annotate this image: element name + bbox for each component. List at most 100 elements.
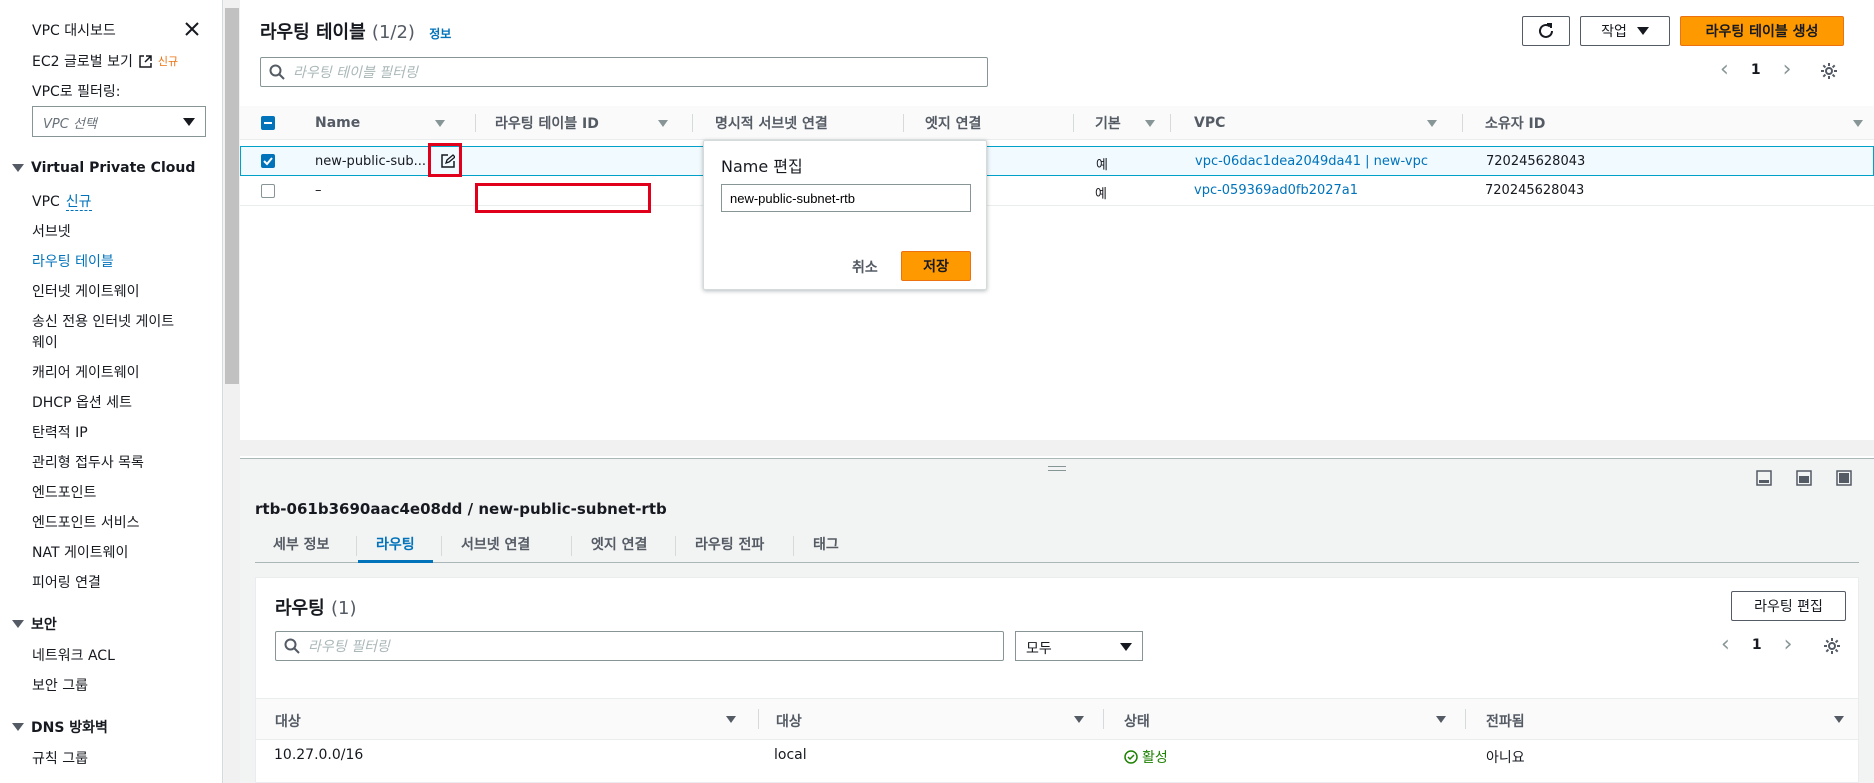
sidebar-section-vpc[interactable]: Virtual Private Cloud [12,160,195,176]
save-button[interactable]: 저장 [901,251,971,281]
sidebar-item-security-groups[interactable]: 보안 그룹 [32,675,88,695]
sort-icon[interactable] [1436,716,1446,723]
sidebar-item-subnets[interactable]: 서브넷 [32,221,71,241]
create-route-table-button[interactable]: 라우팅 테이블 생성 [1680,16,1844,46]
routes-filter-select[interactable]: 모두 [1015,631,1143,661]
table-header: Name 라우팅 테이블 ID 명시적 서브넷 연결 엣지 연결 기본 VPC … [240,106,1874,140]
row-owner: 720245628043 [1485,183,1585,198]
row-vpc-link[interactable]: vpc-06dac1dea2049da41 | new-vpc [1195,154,1428,169]
routes-pagination: ‹ 1 › [1721,634,1793,656]
routes-table-header: 대상 대상 상태 전파됨 [256,698,1858,740]
sidebar-item-elastic-ips[interactable]: 탄력적 IP [32,422,88,442]
sidebar-section-security[interactable]: 보안 [12,614,57,634]
sort-icon [435,120,445,127]
chevron-left-icon[interactable]: ‹ [1721,634,1730,656]
refresh-button[interactable] [1522,16,1570,46]
route-table-filter-input[interactable]: 라우팅 테이블 필터링 [260,57,988,87]
column-route-table-id[interactable]: 라우팅 테이블 ID [495,106,675,140]
tab-routes[interactable]: 라우팅 [358,530,433,563]
row-checkbox[interactable] [261,184,275,198]
sidebar-scrollbar[interactable] [224,0,240,783]
info-link[interactable]: 정보 [429,27,451,41]
sidebar-item-network-acl[interactable]: 네트워크 ACL [32,645,115,665]
column-edge-association[interactable]: 엣지 연결 [925,106,981,140]
row-owner: 720245628043 [1486,154,1586,169]
drag-handle-icon[interactable] [1048,466,1066,471]
sidebar-item-egress-only-gateways[interactable]: 송신 전용 인터넷 게이트 [32,311,174,331]
check-circle-icon [1124,750,1138,764]
column-target[interactable]: 대상 [776,711,802,731]
column-main[interactable]: 기본 [1095,106,1195,140]
sidebar-item-internet-gateways[interactable]: 인터넷 게이트웨이 [32,281,140,301]
row-name: – [315,183,322,198]
sidebar-item-rule-groups[interactable]: 규칙 그룹 [32,748,88,768]
sidebar-item-vpc[interactable]: VPC 신규 [32,191,92,211]
column-vpc[interactable]: VPC [1194,106,1444,140]
new-badge: 신규 [157,55,179,68]
column-status[interactable]: 상태 [1124,711,1150,731]
caret-down-icon [1120,643,1132,651]
sidebar-item-nat-gateways[interactable]: NAT 게이트웨이 [32,542,128,562]
route-tables-panel: 라우팅 테이블 (1/2) 정보 작업 라우팅 테이블 생성 라우팅 테이블 필… [240,0,1874,458]
chevron-right-icon[interactable]: › [1784,634,1793,656]
caret-down-icon [12,620,24,628]
sidebar-item-route-tables[interactable]: 라우팅 테이블 [32,251,114,271]
sidebar-item-dhcp-options[interactable]: DHCP 옵션 세트 [32,392,132,412]
sort-icon [1427,120,1437,127]
chevron-left-icon[interactable]: ‹ [1720,59,1729,81]
gear-icon[interactable] [1823,637,1841,655]
sidebar-item-endpoint-services[interactable]: 엔드포인트 서비스 [32,512,140,532]
search-icon [284,638,300,654]
sidebar-item-peering[interactable]: 피어링 연결 [32,572,101,592]
column-name[interactable]: Name [315,106,450,140]
close-icon[interactable] [185,22,199,36]
tab-subnet-associations[interactable]: 서브넷 연결 [443,530,548,563]
sidebar-item-dashboard[interactable]: VPC 대시보드 [32,20,116,40]
detail-title: rtb-061b3690aac4e08dd / new-public-subne… [255,500,667,518]
column-destination[interactable]: 대상 [275,711,301,731]
split-panel-layout-controls [1756,470,1852,486]
layout-bottom-icon[interactable] [1756,470,1772,486]
horizontal-scrollbar[interactable] [240,440,1874,456]
routes-filter-input[interactable]: 라우팅 필터링 [275,631,1004,661]
routes-title: 라우팅 (1) [275,598,357,619]
sidebar-item-endpoints[interactable]: 엔드포인트 [32,482,96,502]
cancel-button[interactable]: 취소 [852,257,878,277]
select-all-checkbox[interactable] [261,116,275,130]
sidebar-section-dns-firewall[interactable]: DNS 방화벽 [12,717,108,737]
page-number[interactable]: 1 [1751,62,1761,78]
highlight-box-name-input [475,183,651,213]
tab-tags[interactable]: 태그 [795,530,857,563]
edit-routes-button[interactable]: 라우팅 편집 [1731,591,1846,621]
tab-details[interactable]: 세부 정보 [255,530,347,563]
page-number[interactable]: 1 [1752,637,1762,653]
layout-full-icon[interactable] [1836,470,1852,486]
gear-icon[interactable] [1820,62,1838,80]
row-checkbox[interactable] [261,154,275,168]
column-owner-id[interactable]: 소유자 ID [1485,106,1865,140]
sidebar-item-egress-only-gateways-wrap[interactable]: 웨이 [32,332,58,352]
sidebar-item-ec2-global[interactable]: EC2 글로벌 보기 신규 [32,51,178,71]
tab-route-propagation[interactable]: 라우팅 전파 [677,530,782,563]
vpc-filter-select[interactable]: VPC 선택 [32,106,206,137]
row-vpc-link[interactable]: vpc-059369ad0fb2027a1 [1194,183,1358,198]
search-icon [269,64,285,80]
sort-icon[interactable] [1834,716,1844,723]
split-panel-handle[interactable] [240,458,1874,478]
pagination: ‹ 1 › [1720,59,1792,81]
table-row[interactable]: new-public-sub... – 예 vpc-06dac1dea2049d… [240,146,1874,176]
tab-edge-associations[interactable]: 엣지 연결 [573,530,665,563]
actions-button[interactable]: 작업 [1580,16,1670,46]
column-explicit-subnet[interactable]: 명시적 서브넷 연결 [715,106,828,140]
column-propagated[interactable]: 전파됨 [1486,711,1525,731]
layout-middle-icon[interactable] [1796,470,1812,486]
sort-icon[interactable] [1074,716,1084,723]
detail-tabs: 세부 정보 라우팅 서브넷 연결 엣지 연결 라우팅 전파 태그 [255,530,1859,563]
sidebar-item-prefix-lists[interactable]: 관리형 접두사 목록 [32,452,144,472]
scrollbar-thumb[interactable] [225,8,239,384]
sidebar-item-carrier-gateways[interactable]: 캐리어 게이트웨이 [32,362,140,382]
chevron-right-icon[interactable]: › [1783,59,1792,81]
external-link-icon [139,54,152,68]
name-edit-input[interactable] [721,184,971,212]
sort-icon[interactable] [726,716,736,723]
